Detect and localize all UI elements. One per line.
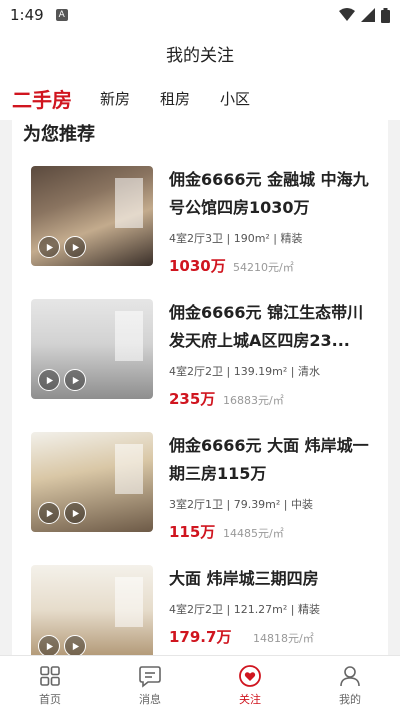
listing-meta: 4室2厅2卫 | 139.19m² | 清水 bbox=[169, 365, 321, 378]
listing-unit-price: 16883元/㎡ bbox=[223, 394, 284, 407]
page-title: 我的关注 bbox=[166, 45, 234, 66]
listing-card[interactable]: 佣金6666元 金融城 中海九号公馆四房1030万 4室2厅3卫 | 190m²… bbox=[31, 166, 376, 276]
app-header: 我的关注 bbox=[0, 30, 400, 76]
play-icon[interactable] bbox=[38, 369, 60, 391]
play-icon[interactable] bbox=[64, 502, 86, 524]
grid-icon bbox=[40, 666, 60, 686]
nav-label: 我的 bbox=[339, 693, 361, 706]
message-icon bbox=[139, 666, 161, 688]
nav-profile[interactable]: 我的 bbox=[300, 656, 400, 712]
nav-label: 首页 bbox=[39, 693, 61, 706]
status-time: 1:49 bbox=[10, 6, 44, 24]
tab-bar: 二手房 新房 租房 小区 bbox=[0, 76, 400, 123]
nav-label: 消息 bbox=[139, 693, 161, 706]
listing-card[interactable]: 大面 炜岸城三期四房 4室2厅2卫 | 121.27m² | 精装 179.7万… bbox=[31, 565, 376, 655]
listing-unit-price: 54210元/㎡ bbox=[233, 261, 294, 274]
listing-card[interactable]: 佣金6666元 锦江生态带川发天府上城A区四房23... 4室2厅2卫 | 13… bbox=[31, 299, 376, 409]
notification-icon: A bbox=[55, 9, 68, 21]
tab-second-hand[interactable]: 二手房 bbox=[12, 84, 72, 123]
listing-price: 115万 bbox=[169, 523, 216, 541]
listing-photo bbox=[31, 565, 153, 655]
play-icon[interactable] bbox=[64, 369, 86, 391]
listing-photo bbox=[31, 299, 153, 399]
photo-detail bbox=[115, 444, 143, 494]
nav-label: 关注 bbox=[239, 693, 261, 706]
listing-price: 179.7万 bbox=[169, 628, 232, 646]
user-icon bbox=[340, 666, 360, 687]
listing-meta: 3室2厅1卫 | 79.39m² | 中装 bbox=[169, 498, 314, 511]
listing-meta: 4室2厅2卫 | 121.27m² | 精装 bbox=[169, 603, 321, 616]
section-title: 为您推荐 bbox=[23, 124, 95, 145]
tab-rental[interactable]: 租房 bbox=[160, 88, 190, 109]
status-bar: 1:49 A bbox=[0, 0, 400, 30]
listing-title: 大面 炜岸城三期四房 bbox=[169, 569, 319, 588]
listing-price: 1030万 bbox=[169, 257, 226, 275]
listing-title: 佣金6666元 金融城 中海九号公馆四房1030万 bbox=[169, 170, 369, 217]
signal-icon bbox=[361, 8, 375, 22]
bottom-nav: 首页 消息 关注 我的 bbox=[0, 655, 400, 712]
heart-icon bbox=[239, 665, 261, 687]
listing-title: 佣金6666元 锦江生态带川发天府上城A区四房23... bbox=[169, 303, 364, 350]
tab-community[interactable]: 小区 bbox=[220, 88, 250, 109]
battery-icon bbox=[381, 7, 390, 23]
play-icon[interactable] bbox=[64, 236, 86, 258]
play-icon[interactable] bbox=[64, 635, 86, 655]
play-icon[interactable] bbox=[38, 635, 60, 655]
listing-photo bbox=[31, 432, 153, 532]
photo-detail bbox=[115, 577, 143, 627]
listing-unit-price: 14818元/㎡ bbox=[253, 632, 314, 645]
nav-home[interactable]: 首页 bbox=[0, 656, 100, 712]
recommend-panel: 为您推荐 佣金6666元 金融城 中海九号公馆四房1030万 4室2厅3卫 | … bbox=[12, 120, 388, 655]
nav-following[interactable]: 关注 bbox=[200, 656, 300, 712]
listing-meta: 4室2厅3卫 | 190m² | 精装 bbox=[169, 232, 303, 245]
status-indicators bbox=[339, 7, 390, 23]
photo-detail bbox=[115, 311, 143, 361]
photo-detail bbox=[115, 178, 143, 228]
nav-messages[interactable]: 消息 bbox=[100, 656, 200, 712]
tab-new-house[interactable]: 新房 bbox=[100, 88, 130, 109]
listing-price: 235万 bbox=[169, 390, 216, 408]
play-icon[interactable] bbox=[38, 236, 60, 258]
play-icon[interactable] bbox=[38, 502, 60, 524]
listing-title: 佣金6666元 大面 炜岸城一期三房115万 bbox=[169, 436, 369, 483]
listing-card[interactable]: 佣金6666元 大面 炜岸城一期三房115万 3室2厅1卫 | 79.39m² … bbox=[31, 432, 376, 542]
wifi-icon bbox=[339, 8, 355, 21]
listing-unit-price: 14485元/㎡ bbox=[223, 527, 284, 540]
listing-photo bbox=[31, 166, 153, 266]
